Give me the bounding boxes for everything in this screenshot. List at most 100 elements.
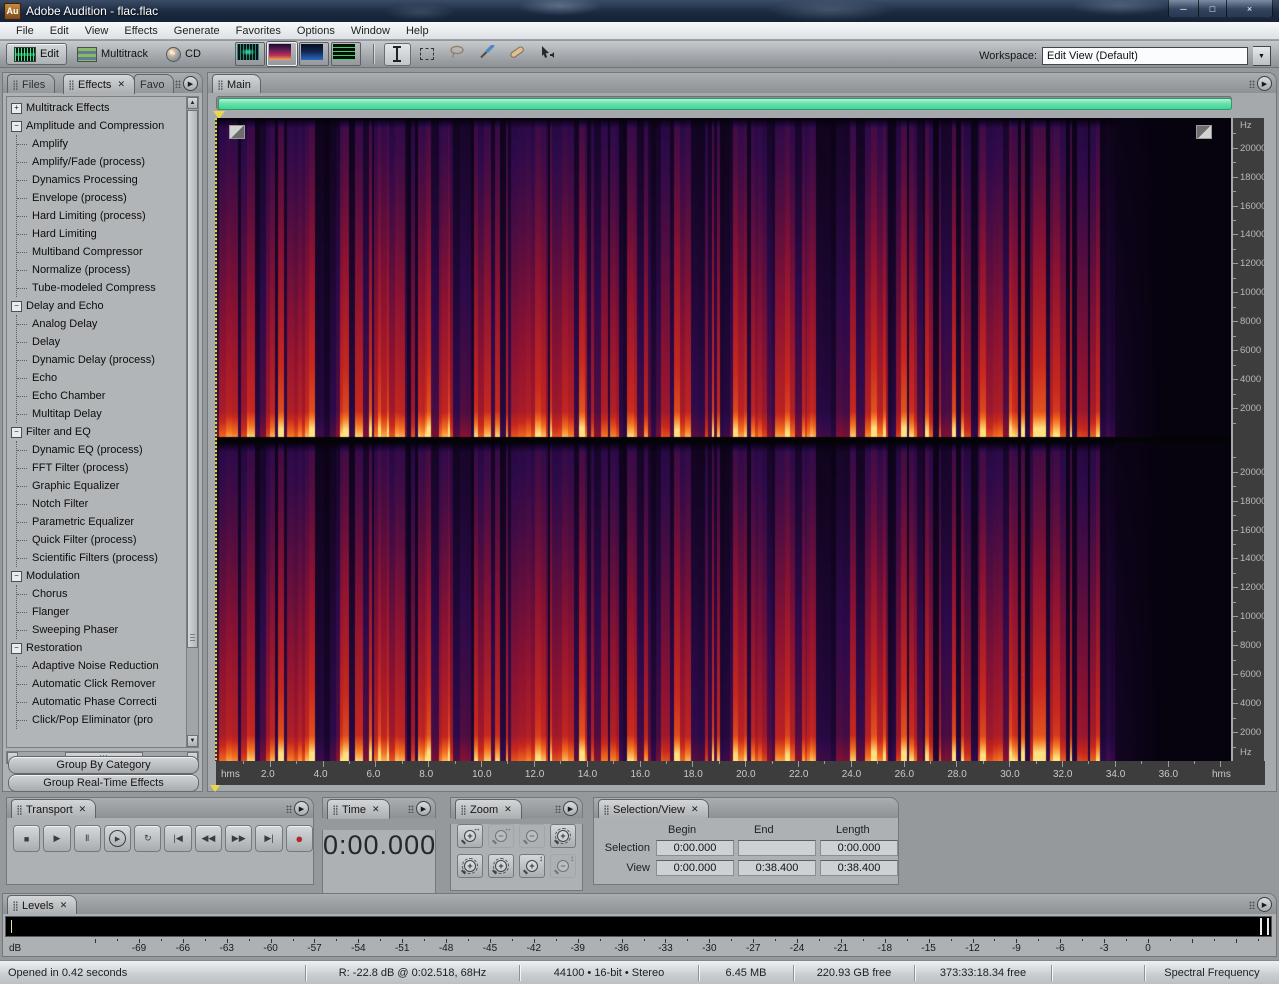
horizontal-pan-track[interactable] (216, 96, 1232, 110)
frequency-ruler-bottom-channel[interactable]: Hz20004000600080001000012000140001600018… (1233, 442, 1264, 761)
tab-selection-view[interactable]: Selection/View ✕ (598, 799, 709, 819)
time-ruler[interactable]: 2.04.06.08.010.012.014.016.018.020.022.0… (216, 761, 1265, 785)
pause-button[interactable]: Ⅱ (74, 825, 101, 852)
tab-files[interactable]: Files (7, 74, 55, 94)
collapse-icon[interactable]: − (11, 427, 22, 438)
effect-item-row[interactable]: Hard Limiting (process) (17, 207, 181, 225)
collapse-icon[interactable]: − (11, 643, 22, 654)
effect-item-row[interactable]: Normalize (process) (17, 261, 181, 279)
panel-menu-button[interactable]: ▶ (286, 801, 309, 816)
effect-item-row[interactable]: Multitap Delay (17, 405, 181, 423)
effect-item-row[interactable]: Scientific Filters (process) (17, 549, 181, 567)
effect-category-row[interactable]: −Filter and EQ (9, 423, 181, 441)
collapse-icon[interactable]: − (11, 301, 22, 312)
tab-transport[interactable]: Transport ✕ (11, 799, 96, 819)
effect-item-row[interactable]: Automatic Click Remover (17, 675, 181, 693)
effect-item-row[interactable]: Echo Chamber (17, 387, 181, 405)
view-begin-field[interactable]: 0:00.000 (656, 860, 734, 876)
tab-main[interactable]: Main (212, 74, 261, 94)
spectral-phase-display-button[interactable] (331, 42, 361, 66)
effect-item-row[interactable]: Analog Delay (17, 315, 181, 333)
effect-category-row[interactable]: +Multitrack Effects (9, 99, 181, 117)
panel-menu-button[interactable]: ▶ (1249, 76, 1272, 91)
panel-menu-button[interactable]: ▶ (175, 76, 198, 91)
menu-item-file[interactable]: File (8, 25, 42, 37)
effect-item-row[interactable]: Echo (17, 369, 181, 387)
multitrack-view-button[interactable]: Multitrack (69, 43, 156, 65)
zoom-out-horizontal-button[interactable]: −↔ (488, 824, 514, 848)
scrub-tool[interactable] (534, 43, 561, 66)
effect-item-row[interactable]: Dynamic Delay (process) (17, 351, 181, 369)
effect-item-row[interactable]: Quick Filter (process) (17, 531, 181, 549)
view-end-field[interactable]: 0:38.400 (738, 860, 816, 876)
effect-item-row[interactable]: Envelope (process) (17, 189, 181, 207)
close-icon[interactable]: ✕ (691, 804, 699, 815)
panel-menu-button[interactable]: ▶ (408, 801, 431, 816)
rewind-button[interactable]: ◀◀ (195, 825, 222, 852)
effect-item-row[interactable]: Chorus (17, 585, 181, 603)
menu-item-view[interactable]: View (77, 25, 117, 37)
effect-category-row[interactable]: −Delay and Echo (9, 297, 181, 315)
tab-favorites[interactable]: Favo (134, 74, 174, 94)
view-length-field[interactable]: 0:38.400 (820, 860, 898, 876)
effects-paintbrush-tool[interactable] (474, 43, 501, 66)
effect-item-row[interactable]: Tube-modeled Compress (17, 279, 181, 297)
close-button[interactable]: × (1226, 0, 1273, 18)
menu-item-effects[interactable]: Effects (116, 25, 165, 37)
effect-item-row[interactable]: Multiband Compressor (17, 243, 181, 261)
marquee-selection-tool[interactable] (414, 43, 441, 66)
level-meter[interactable] (5, 916, 1272, 937)
effect-item-row[interactable]: Hard Limiting (17, 225, 181, 243)
group-real-time-effects-button[interactable]: Group Real-Time Effects (8, 774, 199, 792)
close-icon[interactable]: ✕ (79, 804, 87, 815)
maximize-button[interactable]: □ (1199, 0, 1226, 18)
effect-item-row[interactable]: FFT Filter (process) (17, 459, 181, 477)
menu-item-help[interactable]: Help (398, 25, 437, 37)
horizontal-pan-bar[interactable] (218, 98, 1232, 110)
scroll-down-icon[interactable]: ▼ (187, 735, 198, 747)
zoom-out-vertical-button[interactable]: −↕ (550, 854, 576, 878)
effect-item-row[interactable]: Parametric Equalizer (17, 513, 181, 531)
effect-item-row[interactable]: Notch Filter (17, 495, 181, 513)
play-button[interactable]: ▶ (43, 825, 70, 852)
tab-time[interactable]: Time ✕ (327, 799, 390, 819)
cd-view-button[interactable]: CD (158, 43, 209, 65)
close-icon[interactable]: ✕ (372, 804, 380, 815)
effect-item-row[interactable]: Sweeping Phaser (17, 621, 181, 639)
spot-healing-brush-tool[interactable] (504, 43, 531, 66)
effect-item-row[interactable]: Automatic Phase Correcti (17, 693, 181, 711)
menu-item-favorites[interactable]: Favorites (228, 25, 289, 37)
selection-begin-field[interactable]: 0:00.000 (656, 840, 734, 856)
effect-item-row[interactable]: Adaptive Noise Reduction (17, 657, 181, 675)
effect-category-row[interactable]: −Modulation (9, 567, 181, 585)
selection-handle-top-left[interactable] (229, 125, 245, 139)
play-from-cursor-button[interactable]: ▶ (104, 825, 131, 852)
edit-view-button[interactable]: Edit (6, 43, 67, 65)
workspace-select[interactable]: Edit View (Default) (1042, 47, 1248, 65)
menu-item-generate[interactable]: Generate (166, 25, 228, 37)
effect-item-row[interactable]: Dynamics Processing (17, 171, 181, 189)
effect-item-row[interactable]: Graphic Equalizer (17, 477, 181, 495)
effect-category-row[interactable]: −Restoration (9, 639, 181, 657)
effect-item-row[interactable]: Dynamic EQ (process) (17, 441, 181, 459)
effect-category-row[interactable]: −Amplitude and Compression (9, 117, 181, 135)
selection-end-field[interactable] (738, 840, 816, 856)
zoom-to-selection-button[interactable]: + (550, 824, 576, 848)
close-icon[interactable]: ✕ (60, 900, 68, 911)
panel-menu-button[interactable]: ▶ (1249, 897, 1272, 912)
expand-icon[interactable]: + (11, 103, 22, 114)
selection-handle-top-right[interactable] (1196, 125, 1212, 139)
menu-item-edit[interactable]: Edit (42, 25, 77, 37)
scrollbar-thumb[interactable] (187, 110, 198, 648)
zoom-in-right-edge-button[interactable]: + (488, 854, 514, 878)
minimize-button[interactable]: ─ (1168, 0, 1199, 18)
effects-tree-vertical-scrollbar[interactable]: ▲ ▼ (186, 96, 199, 748)
menu-item-options[interactable]: Options (289, 25, 343, 37)
record-button[interactable]: ● (286, 825, 313, 852)
zoom-in-left-edge-button[interactable]: + (457, 854, 483, 878)
tab-zoom[interactable]: Zoom ✕ (455, 799, 522, 819)
zoom-in-horizontal-button[interactable]: +↔ (457, 824, 483, 848)
effect-item-row[interactable]: Flanger (17, 603, 181, 621)
window-titlebar[interactable]: Au Adobe Audition - flac.flac ─ □ × (0, 0, 1279, 22)
chevron-down-icon[interactable]: ▼ (1253, 46, 1271, 66)
